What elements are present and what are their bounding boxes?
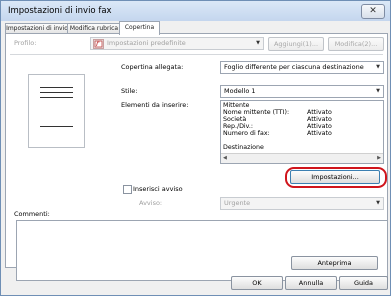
dialog-window: Impostazioni di invio fax ✕ Impostazioni… — [0, 0, 391, 296]
highlight-ring — [285, 167, 387, 188]
tab-copertina[interactable]: Copertina — [119, 21, 160, 35]
insert-notice-label: Inserisci avviso — [133, 185, 183, 193]
cover-sheet-label: Copertina allegata: — [121, 63, 184, 71]
scroll-left-icon[interactable]: ◀ — [223, 154, 227, 163]
profile-label: Profilo: — [14, 39, 37, 47]
copertina-panel: Profilo: Impostazioni predefinite ▼ Aggi… — [5, 33, 388, 281]
divider — [10, 54, 383, 55]
chevron-down-icon: ▼ — [376, 88, 380, 94]
window-title: Impostazioni di invio fax — [8, 6, 112, 16]
comments-label: Commenti: — [14, 210, 50, 218]
close-button[interactable]: ✕ — [361, 4, 385, 19]
ok-button[interactable]: OK — [231, 276, 283, 290]
chevron-down-icon: ▼ — [376, 64, 380, 70]
items-label: Elementi da inserire: — [121, 101, 189, 109]
preview-button[interactable]: Anteprima — [291, 256, 378, 270]
insert-notice-checkbox[interactable] — [123, 185, 132, 194]
preview-line — [40, 87, 73, 88]
preview-line — [40, 92, 73, 93]
title-bar: Impostazioni di invio fax ✕ — [1, 1, 390, 21]
modify-profile-button[interactable]: Modifica(2)... — [328, 37, 384, 51]
profile-icon — [93, 39, 104, 49]
preview-line — [40, 97, 73, 98]
preview-line — [40, 126, 73, 127]
cancel-button[interactable]: Annulla — [285, 276, 337, 290]
cover-sheet-select[interactable]: Foglio differente per ciascuna destinazi… — [220, 61, 384, 74]
horizontal-scrollbar[interactable]: ◀ ▶ — [221, 153, 383, 163]
profile-value: Impostazioni predefinite — [107, 39, 186, 47]
scroll-right-icon[interactable]: ▶ — [377, 154, 381, 163]
style-select[interactable]: Modello 1 ▼ — [220, 85, 384, 98]
style-value: Modello 1 — [224, 87, 256, 95]
profile-select[interactable]: Impostazioni predefinite ▼ — [90, 37, 264, 50]
cover-preview — [28, 74, 85, 148]
comments-textarea[interactable] — [16, 220, 388, 281]
notice-select[interactable]: Urgente ▼ — [220, 197, 384, 210]
chevron-down-icon: ▼ — [376, 200, 380, 206]
notice-label: Avviso: — [139, 199, 163, 207]
style-label: Stile: — [121, 87, 138, 95]
notice-value: Urgente — [224, 199, 251, 207]
add-profile-button[interactable]: Aggiungi(1)... — [268, 37, 324, 51]
cover-sheet-value: Foglio differente per ciascuna destinazi… — [224, 63, 364, 71]
help-button[interactable]: Guida — [339, 276, 388, 290]
chevron-down-icon: ▼ — [256, 40, 260, 46]
items-listbox[interactable]: Mittente Nome mittente (TTI): Attivato So… — [220, 100, 384, 164]
